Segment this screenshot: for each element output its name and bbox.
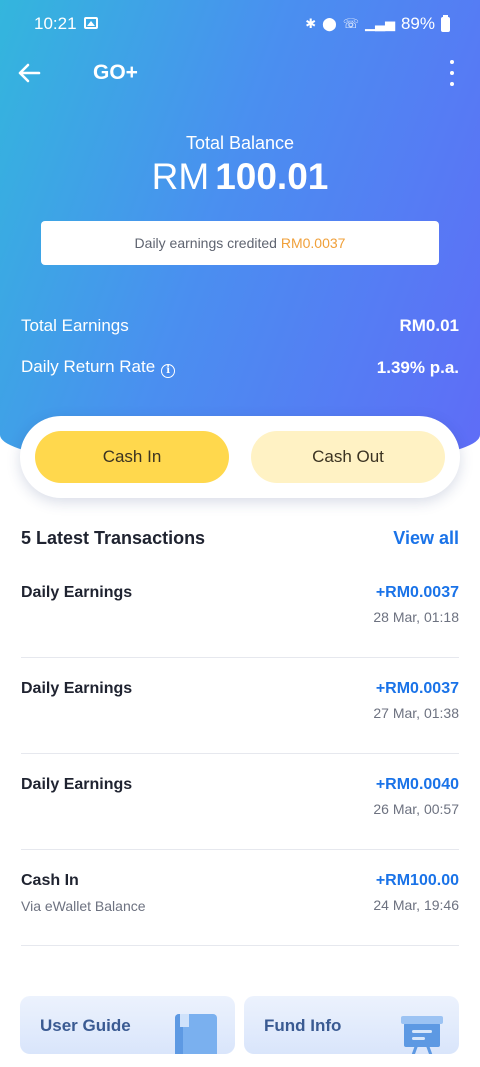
cash-actions-card: Cash In Cash Out — [20, 416, 460, 498]
book-icon — [175, 1014, 217, 1054]
total-earnings-row: Total Earnings RM0.01 — [21, 316, 459, 336]
transaction-row[interactable]: Daily Earnings +RM0.0037 27 Mar, 01:38 — [21, 658, 459, 754]
view-all-link[interactable]: View all — [393, 528, 459, 549]
balance-amount: 100.01 — [215, 156, 329, 197]
daily-earnings-text: Daily earnings credited — [134, 235, 281, 251]
signal-icon: ▁▃▅ — [364, 16, 395, 31]
transaction-date: 26 Mar, 00:57 — [373, 801, 459, 817]
transaction-row[interactable]: Daily Earnings +RM0.0040 26 Mar, 00:57 — [21, 754, 459, 850]
bluetooth-icon: ✱ — [305, 16, 317, 31]
gallery-notification-icon — [84, 17, 98, 29]
back-arrow-icon[interactable] — [14, 58, 44, 88]
daily-return-rate-value: 1.39% p.a. — [376, 357, 459, 377]
location-icon: ⬤ — [322, 16, 337, 31]
transactions-title: 5 Latest Transactions — [21, 528, 206, 548]
transaction-title: Daily Earnings — [21, 584, 133, 601]
transaction-title: Daily Earnings — [21, 680, 133, 697]
wifi-call-icon: ☏ — [342, 16, 359, 31]
daily-return-rate-row: Daily Return Rate i 1.39% p.a. — [21, 357, 459, 378]
transactions-header: 5 Latest Transactions View all — [21, 528, 459, 549]
info-icon[interactable]: i — [161, 364, 176, 378]
fund-info-card[interactable]: Fund Info — [244, 996, 459, 1054]
total-balance: RM 100.01 — [0, 156, 480, 198]
balance-currency: RM — [151, 156, 210, 197]
transaction-amount: +RM0.0040 — [375, 776, 459, 793]
page-title: GO+ — [93, 61, 138, 84]
total-earnings-value: RM0.01 — [399, 316, 459, 335]
transaction-row[interactable]: Cash In Via eWallet Balance +RM100.00 24… — [21, 850, 459, 946]
transaction-title: Daily Earnings — [21, 776, 133, 793]
app-bar: GO+ — [0, 50, 480, 96]
transaction-date: 28 Mar, 01:18 — [373, 609, 459, 625]
user-guide-label: User Guide — [40, 1016, 131, 1035]
daily-earnings-amount: RM0.0037 — [280, 235, 346, 251]
transaction-date: 27 Mar, 01:38 — [373, 705, 459, 721]
transaction-amount: +RM0.0037 — [375, 680, 459, 697]
transaction-subtitle: Via eWallet Balance — [21, 898, 146, 914]
more-options-icon[interactable] — [448, 60, 456, 86]
status-time: 10:21 — [34, 14, 77, 33]
user-guide-card[interactable]: User Guide — [20, 996, 235, 1054]
daily-return-rate-label: Daily Return Rate — [21, 357, 156, 376]
transaction-title: Cash In — [21, 872, 79, 889]
transaction-amount: +RM100.00 — [375, 872, 459, 889]
presentation-board-icon — [401, 1016, 443, 1054]
battery-icon — [441, 14, 450, 32]
battery-level: 89% — [400, 14, 435, 33]
daily-earnings-banner: Daily earnings credited RM0.0037 — [41, 221, 439, 265]
total-balance-label: Total Balance — [185, 133, 295, 153]
transaction-amount: +RM0.0037 — [375, 584, 459, 601]
transaction-date: 24 Mar, 19:46 — [373, 897, 459, 913]
fund-info-label: Fund Info — [264, 1016, 342, 1035]
total-earnings-label: Total Earnings — [21, 316, 129, 335]
status-indicators: ✱ ⬤ ☏ ▁▃▅ 89% — [305, 14, 450, 34]
transaction-row[interactable]: Daily Earnings +RM0.0037 28 Mar, 01:18 — [21, 562, 459, 658]
status-bar: 10:21 ✱ ⬤ ☏ ▁▃▅ 89% — [0, 0, 480, 50]
cash-out-button[interactable]: Cash Out — [251, 431, 445, 483]
cash-in-button[interactable]: Cash In — [35, 431, 229, 483]
